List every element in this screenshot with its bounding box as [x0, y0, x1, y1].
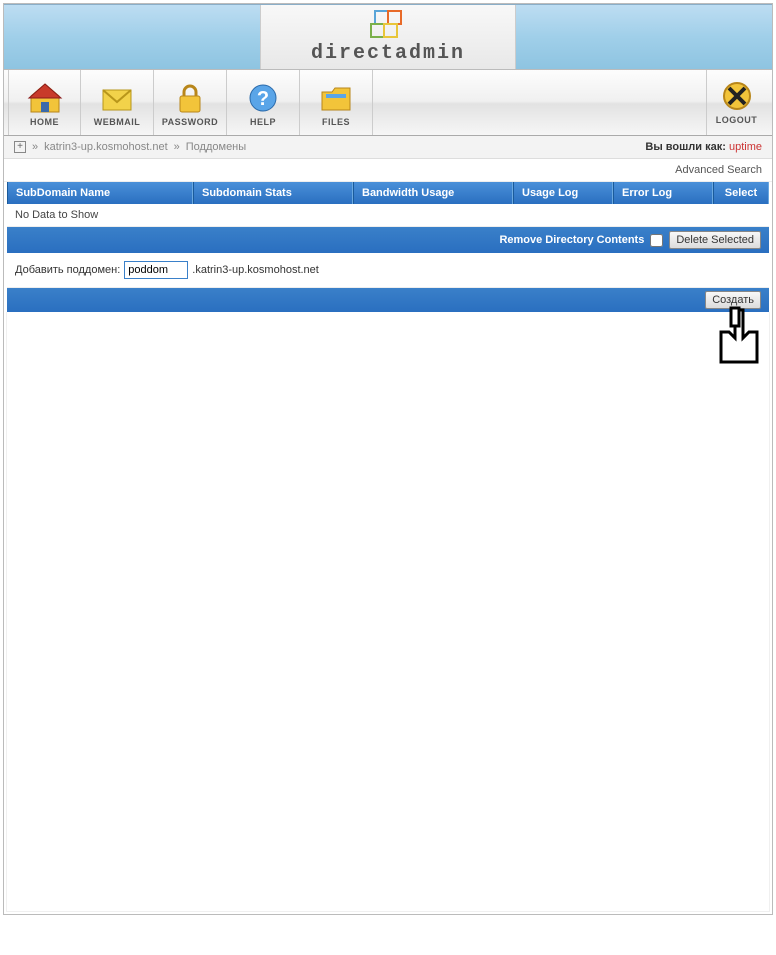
- nav-files[interactable]: FILES: [300, 70, 373, 135]
- create-button[interactable]: Создать: [705, 291, 761, 309]
- bc-domain[interactable]: katrin3-up.kosmohost.net: [44, 141, 168, 153]
- empty-space: [6, 312, 770, 912]
- nav-label: LOGOUT: [716, 115, 758, 125]
- bc-sep: »: [174, 141, 180, 153]
- col-error-log[interactable]: Error Log: [613, 182, 713, 204]
- help-icon: ?: [245, 82, 281, 114]
- breadcrumb: + » katrin3-up.kosmohost.net » Поддомены…: [4, 136, 772, 159]
- nav-help[interactable]: ? HELP: [227, 70, 300, 135]
- bc-sep: »: [32, 141, 38, 153]
- nav-label: WEBMAIL: [94, 117, 141, 127]
- app-window: directadmin HOME WEBMAIL PASSWORD: [3, 3, 773, 915]
- content-area: SubDomain Name Subdomain Stats Bandwidth…: [4, 182, 772, 312]
- subdomain-suffix: .katrin3-up.kosmohost.net: [192, 264, 319, 276]
- mail-icon: [99, 82, 135, 114]
- bc-page[interactable]: Поддомены: [186, 141, 246, 153]
- svg-text:?: ?: [257, 88, 269, 110]
- table-header: SubDomain Name Subdomain Stats Bandwidth…: [7, 182, 769, 204]
- remove-contents-checkbox[interactable]: [650, 234, 663, 247]
- col-select[interactable]: Select: [713, 182, 769, 204]
- main-nav: HOME WEBMAIL PASSWORD ? HELP: [4, 70, 772, 136]
- top-banner: directadmin: [4, 4, 772, 70]
- add-subdomain-row: Добавить поддомен: .katrin3-up.kosmohost…: [7, 253, 769, 288]
- brand-logo: directadmin: [260, 5, 516, 69]
- home-icon: [27, 82, 63, 114]
- col-usage-log[interactable]: Usage Log: [513, 182, 613, 204]
- col-subdomain-stats[interactable]: Subdomain Stats: [193, 182, 353, 204]
- nav-password[interactable]: PASSWORD: [154, 70, 227, 135]
- expand-icon[interactable]: +: [14, 141, 26, 153]
- brand-text: directadmin: [311, 42, 465, 65]
- nav-webmail[interactable]: WEBMAIL: [81, 70, 154, 135]
- remove-contents-label: Remove Directory Contents: [499, 234, 644, 246]
- logo-icon: [370, 10, 406, 40]
- col-bandwidth[interactable]: Bandwidth Usage: [353, 182, 513, 204]
- nav-label: PASSWORD: [162, 117, 218, 127]
- lock-icon: [172, 82, 208, 114]
- folder-icon: [318, 82, 354, 114]
- create-action-bar: Создать: [7, 288, 769, 312]
- delete-selected-button[interactable]: Delete Selected: [669, 231, 761, 249]
- no-data-row: No Data to Show: [7, 204, 769, 227]
- table-action-bar: Remove Directory Contents Delete Selecte…: [7, 227, 769, 253]
- nav-label: HELP: [250, 117, 276, 127]
- logout-icon: [719, 80, 755, 112]
- add-subdomain-label: Добавить поддомен:: [15, 264, 120, 276]
- subdomain-input[interactable]: [124, 261, 188, 279]
- nav-home[interactable]: HOME: [8, 70, 81, 135]
- col-subdomain-name[interactable]: SubDomain Name: [7, 182, 193, 204]
- current-user[interactable]: uptime: [729, 141, 762, 153]
- logged-in-label: Вы вошли как: uptime: [645, 141, 762, 153]
- advanced-search-link[interactable]: Advanced Search: [4, 159, 772, 182]
- nav-label: HOME: [30, 117, 59, 127]
- nav-label: FILES: [322, 117, 350, 127]
- nav-logout[interactable]: LOGOUT: [706, 70, 766, 135]
